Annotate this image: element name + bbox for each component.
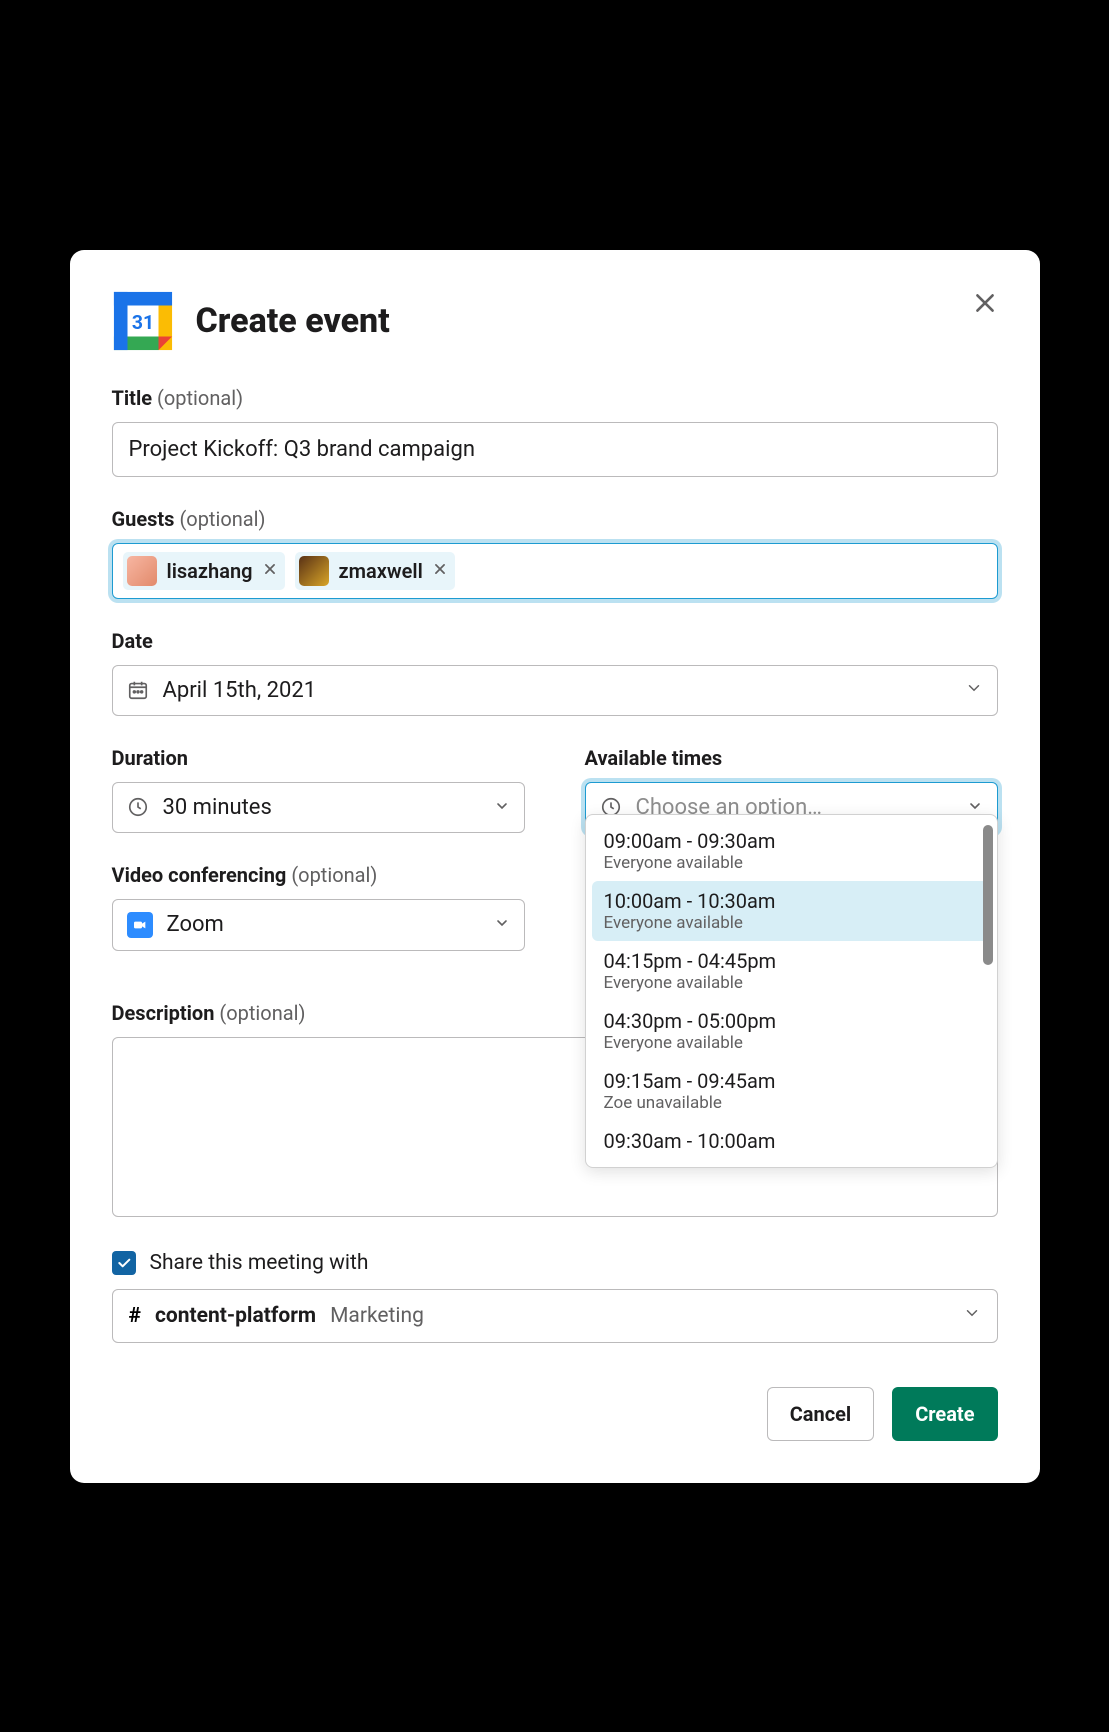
time-option[interactable]: 04:30pm - 05:00pm Everyone available: [592, 1001, 991, 1061]
channel-name: content-platform: [155, 1304, 316, 1328]
svg-text:31: 31: [131, 310, 153, 333]
share-channel-select[interactable]: # content-platform Marketing: [112, 1289, 998, 1343]
zoom-icon: [127, 912, 153, 938]
guest-name: zmaxwell: [339, 559, 423, 583]
chevron-down-icon: [965, 678, 983, 703]
title-input[interactable]: [112, 422, 998, 477]
time-option[interactable]: 09:00am - 09:30am Everyone available: [592, 821, 991, 881]
remove-guest-button[interactable]: [433, 562, 447, 580]
time-option[interactable]: 09:30am - 10:00am: [592, 1121, 991, 1161]
chevron-down-icon: [494, 795, 510, 820]
modal-title: Create event: [196, 301, 390, 341]
title-label: Title (optional): [112, 386, 998, 410]
chevron-down-icon: [963, 1304, 981, 1328]
duration-value: 30 minutes: [163, 795, 272, 820]
time-option[interactable]: 04:15pm - 04:45pm Everyone available: [592, 941, 991, 1001]
calendar-icon: [127, 679, 149, 701]
video-value: Zoom: [167, 912, 224, 937]
guest-name: lisazhang: [167, 559, 253, 583]
time-option[interactable]: 10:00am - 10:30am Everyone available: [592, 881, 991, 941]
date-value: April 15th, 2021: [163, 678, 317, 703]
channel-group: Marketing: [330, 1304, 424, 1328]
scrollbar-thumb[interactable]: [983, 825, 993, 965]
guest-chip: lisazhang: [123, 552, 285, 590]
close-button[interactable]: [972, 290, 998, 320]
video-conferencing-label: Video conferencing (optional): [112, 863, 525, 887]
clock-icon: [127, 796, 149, 818]
guests-input[interactable]: lisazhang zmaxwell: [112, 543, 998, 599]
guest-chip: zmaxwell: [295, 552, 455, 590]
avatar-icon: [127, 556, 157, 586]
available-times-dropdown: 09:00am - 09:30am Everyone available 10:…: [585, 814, 998, 1168]
cancel-button[interactable]: Cancel: [767, 1387, 875, 1441]
create-button[interactable]: Create: [892, 1387, 997, 1441]
date-label: Date: [112, 629, 998, 653]
time-option[interactable]: 09:15am - 09:45am Zoe unavailable: [592, 1061, 991, 1121]
available-times-label: Available times: [585, 746, 998, 770]
avatar-icon: [299, 556, 329, 586]
guests-label: Guests (optional): [112, 507, 998, 531]
hash-icon: #: [129, 1304, 141, 1328]
chevron-down-icon: [494, 912, 510, 937]
google-calendar-icon: 31: [112, 290, 174, 352]
duration-select[interactable]: 30 minutes: [112, 782, 525, 833]
duration-label: Duration: [112, 746, 525, 770]
remove-guest-button[interactable]: [263, 562, 277, 580]
date-select[interactable]: April 15th, 2021: [112, 665, 998, 716]
share-checkbox[interactable]: [112, 1251, 136, 1275]
share-label: Share this meeting with: [150, 1251, 369, 1275]
video-conferencing-select[interactable]: Zoom: [112, 899, 525, 951]
create-event-modal: 31 Create event Title (optional) Guests …: [70, 250, 1040, 1483]
